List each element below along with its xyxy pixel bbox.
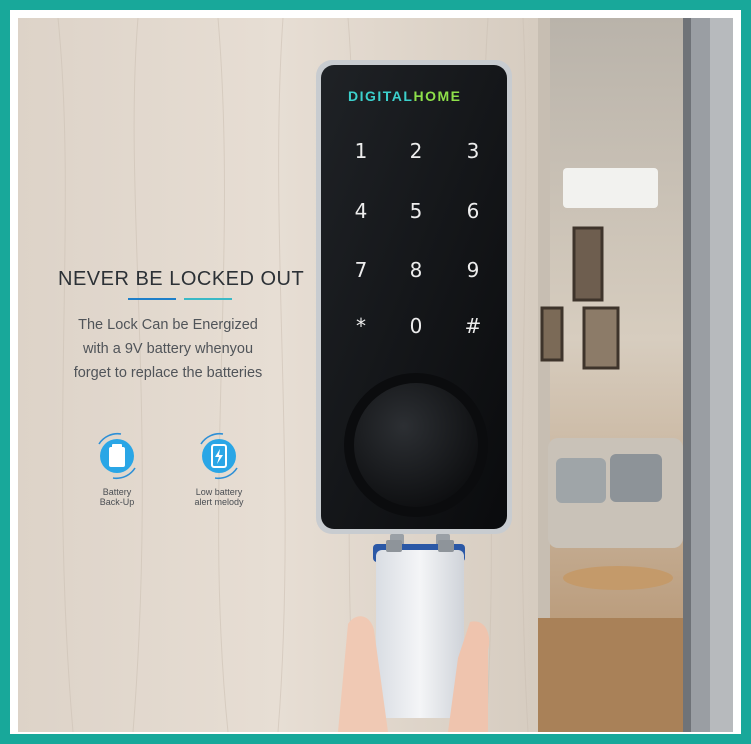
low-battery-alert-icon [200,432,238,480]
key-star: * [356,314,366,338]
brand-logo: DIGITALHOME [348,88,461,104]
body-line: with a 9V battery whenyou [82,341,254,357]
battery-9v [376,550,464,718]
brand-part-b: HOME [413,88,462,104]
headline-rule-blue [128,298,176,300]
thumb-knob [354,383,478,507]
key-2: 2 [409,139,423,163]
key-1: 1 [354,139,368,163]
key-5: 5 [409,199,423,223]
key-6: 6 [466,199,480,223]
badge-label-battery-backup: Battery Back-Up [99,487,135,507]
key-3: 3 [466,139,480,163]
floor [538,618,683,732]
key-hash: # [464,314,482,338]
key-8: 8 [409,258,423,282]
body-line: forget to replace the batteries [73,365,263,381]
image-frame: DIGITALHOME 1 2 3 4 5 6 7 8 9 * 0 # NEVE… [0,0,751,744]
badge-label-low-battery: Low battery alert melody [194,487,244,507]
air-conditioner [563,168,658,208]
key-9: 9 [466,258,480,282]
body-copy: The Lock Can be Energized with a 9V batt… [32,313,304,385]
product-scene: DIGITALHOME 1 2 3 4 5 6 7 8 9 * 0 # NEVE… [18,18,733,732]
body-line: The Lock Can be Energized [78,317,258,333]
wall-frame [572,226,604,302]
brand-part-a: DIGITAL [348,88,414,104]
key-4: 4 [354,199,368,223]
key-7: 7 [354,258,368,282]
coffee-table [563,566,673,590]
battery-backup-icon [98,432,136,480]
key-0: 0 [409,314,423,338]
headline-rule-cyan [184,298,232,300]
headline: NEVER BE LOCKED OUT [58,268,305,290]
